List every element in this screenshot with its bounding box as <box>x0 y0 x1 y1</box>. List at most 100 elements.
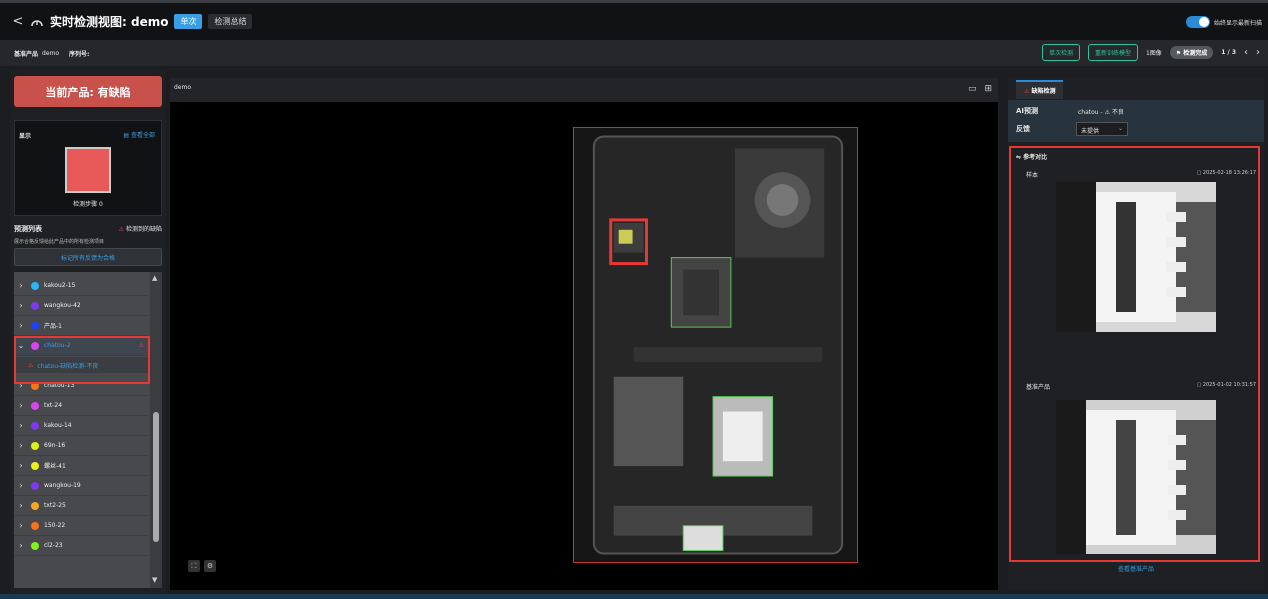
viewer-label: demo <box>174 84 192 91</box>
gauge-icon <box>31 19 43 26</box>
chevron-right-icon[interactable]: › <box>14 421 28 430</box>
scroll-down-icon[interactable]: ▼ <box>152 576 157 584</box>
single-detect-button[interactable]: 单次检测 <box>1041 44 1080 61</box>
list-item-label: cl2-23 <box>44 542 63 549</box>
prediction-list: ▲ ▼ › kakou2-15 › wangkou-42 › 产品-1 ⌄ chatou-2 ⚠… <box>14 272 162 588</box>
feedback-label: 反馈 <box>1016 125 1030 133</box>
chevron-right-icon[interactable]: › <box>14 301 28 310</box>
list-item-label: 150-22 <box>44 522 66 529</box>
chevron-right-icon[interactable]: › <box>14 521 28 530</box>
prev-arrow-icon[interactable]: ‹ <box>1244 47 1248 58</box>
list-item[interactable]: › txt2-25 <box>14 496 148 516</box>
color-dot <box>31 441 39 450</box>
grid-view-icon[interactable]: ⊞ <box>984 84 992 94</box>
highlight-box-reference <box>1009 146 1260 562</box>
list-item-label: kakou2-15 <box>44 282 76 289</box>
footer-line <box>0 594 1268 599</box>
color-dot <box>31 481 39 490</box>
page-title: 实时检测视图: demo <box>50 15 169 29</box>
settings-icon[interactable]: ⚙ <box>204 560 216 572</box>
list-scrollbar[interactable]: ▲ ▼ <box>150 272 162 588</box>
scroll-up-icon[interactable]: ▲ <box>152 274 157 282</box>
display-box: 显示 ▤ 查看全部 检测步骤 0 <box>14 120 162 216</box>
display-title: 显示 <box>19 133 32 140</box>
chevron-down-icon: ⌄ <box>1117 125 1123 132</box>
status-badge: ⚑ 检测完成 <box>1169 46 1214 59</box>
chevron-right-icon[interactable]: › <box>14 541 28 550</box>
serial-label: 序列号: <box>69 50 90 58</box>
tab-single[interactable]: 单次 <box>174 14 203 29</box>
sub-bar-actions: 单次检测 重新训练模型 1图像 ⚑ 检测完成 1 / 3 ‹ › <box>1041 44 1260 61</box>
chevron-right-icon[interactable]: › <box>14 441 28 450</box>
color-dot <box>31 421 39 430</box>
latest-scan-toggle[interactable] <box>1185 16 1210 28</box>
toggle-label: 始终显示最新扫描 <box>1213 19 1262 27</box>
highlight-box-list <box>14 336 150 384</box>
feedback-select[interactable]: 未提供 ⌄ <box>1076 122 1128 136</box>
list-item[interactable]: › kakou2-15 <box>14 276 148 296</box>
list-item[interactable]: › kakou-14 <box>14 416 148 436</box>
color-dot <box>31 401 39 410</box>
prediction-desc: 展示合格反馈给此产品中的所有检测项目 <box>14 239 105 245</box>
list-item[interactable]: › cl2-23 <box>14 536 148 556</box>
chevron-right-icon[interactable]: › <box>14 401 28 410</box>
detected-defect-label: ⚠ 检测到的缺陷 <box>118 226 162 233</box>
list-item-label: txt2-25 <box>44 502 66 509</box>
pcb-image[interactable] <box>573 127 858 563</box>
top-bar: < 实时检测视图: demo 单次 检测总结 始终显示最新扫描 <box>0 0 1268 40</box>
color-dot <box>31 461 39 470</box>
tab-defect-detect[interactable]: ⚠ 缺陷检测 <box>1016 80 1064 99</box>
list-item-label: 69n-16 <box>44 442 66 449</box>
color-dot <box>31 321 39 330</box>
list-item[interactable]: › 69n-16 <box>14 436 148 456</box>
list-item[interactable]: › txt-24 <box>14 396 148 416</box>
chevron-right-icon[interactable]: › <box>14 461 28 470</box>
color-dot <box>31 501 39 510</box>
left-panel: 当前产品: 有缺陷 显示 ▤ 查看全部 检测步骤 0 预测列表 ⚠ 检测到的缺陷… <box>10 70 166 594</box>
list-item[interactable]: › 150-22 <box>14 516 148 536</box>
retrain-button[interactable]: 重新训练模型 <box>1087 44 1138 61</box>
step-thumbnail[interactable] <box>65 147 111 193</box>
next-arrow-icon[interactable]: › <box>1256 47 1260 58</box>
list-item-label: kakou-14 <box>44 422 72 429</box>
product-label: 基准产品 <box>14 50 39 58</box>
viewer-tools: ⛶ ⚙ <box>188 560 216 572</box>
chevron-right-icon[interactable]: › <box>14 481 28 490</box>
list-item[interactable]: › wangkou-19 <box>14 476 148 496</box>
viewer-header: demo ▭ ⊞ <box>170 78 998 102</box>
mark-all-ok-button[interactable]: 标记所有反馈为合格 <box>14 248 162 266</box>
grid-icon: ▤ <box>123 132 131 139</box>
ai-label: AI预测 <box>1016 107 1039 115</box>
back-icon[interactable]: < <box>6 14 30 29</box>
color-dot <box>31 301 39 310</box>
scroll-thumb[interactable] <box>153 412 159 542</box>
chevron-right-icon[interactable]: › <box>14 321 28 330</box>
list-item-label: 产品-1 <box>44 323 62 330</box>
ai-value: chatou - ⚠ 不良 <box>1078 109 1124 116</box>
ai-prediction-box: AI预测 chatou - ⚠ 不良 反馈 未提供 ⌄ <box>1008 100 1264 142</box>
color-dot <box>31 281 39 290</box>
list-item[interactable]: › wangkou-42 <box>14 296 148 316</box>
tab-summary[interactable]: 检测总结 <box>208 14 253 29</box>
product-value: demo <box>42 49 60 57</box>
view-base-product-link[interactable]: 查看基准产品 <box>1008 564 1264 573</box>
list-item[interactable]: › 产品-1 <box>14 316 148 336</box>
chevron-right-icon[interactable]: › <box>14 501 28 510</box>
warning-icon: ⚠ <box>118 226 126 233</box>
sub-bar: 基准产品 demo 序列号: 单次检测 重新训练模型 1图像 ⚑ 检测完成 1 … <box>0 40 1268 66</box>
list-item-label: wangkou-42 <box>44 302 81 309</box>
viewer-icons: ▭ ⊞ <box>968 84 992 94</box>
color-dot <box>31 541 39 550</box>
single-view-icon[interactable]: ▭ <box>968 84 977 94</box>
list-item-label: txt-24 <box>44 402 63 409</box>
list-item-label: 螺丝-41 <box>44 463 66 470</box>
list-item[interactable]: › 螺丝-41 <box>14 456 148 476</box>
prediction-list-title: 预测列表 <box>14 225 42 233</box>
latest-scan-toggle-wrap: 始终显示最新扫描 <box>1185 16 1262 28</box>
chevron-right-icon[interactable]: › <box>14 281 28 290</box>
page-indicator: 1 / 3 <box>1221 49 1236 56</box>
color-dot <box>31 521 39 530</box>
image-count: 1图像 <box>1145 50 1162 57</box>
fit-icon[interactable]: ⛶ <box>188 560 200 572</box>
view-all-link[interactable]: ▤ 查看全部 <box>123 130 155 139</box>
